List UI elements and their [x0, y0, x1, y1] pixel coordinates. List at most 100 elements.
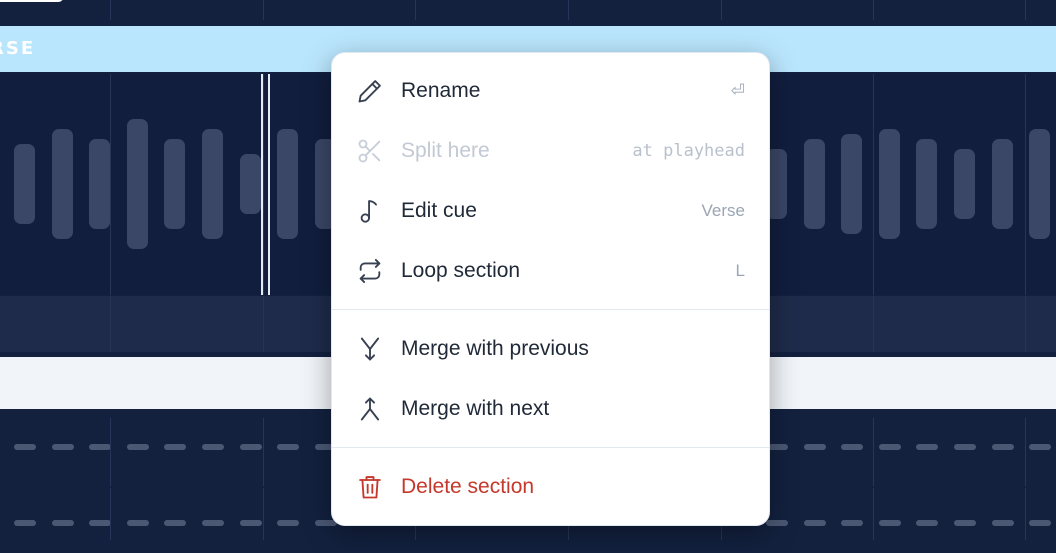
- grid-line: [110, 296, 111, 352]
- loop-icon: [359, 258, 381, 284]
- lane-marker: [954, 444, 976, 450]
- pencil-icon: [358, 80, 381, 103]
- lane-marker: [51, 444, 74, 450]
- menu-item-label: Merge with next: [401, 397, 550, 420]
- menu-item-label: Merge with previous: [401, 337, 589, 360]
- grid-line: [873, 74, 874, 295]
- lane-marker: [164, 520, 187, 526]
- grid-line: [873, 418, 874, 486]
- lane-marker: [991, 520, 1014, 526]
- lane-marker: [803, 520, 826, 526]
- waveform-bar: [89, 139, 111, 229]
- grid-line: [1025, 296, 1026, 352]
- merge-previous-icon: [360, 337, 380, 361]
- menu-item-label: Delete section: [401, 475, 535, 498]
- waveform-bar: [1029, 129, 1051, 239]
- lane-marker: [878, 520, 901, 526]
- menu-item-shortcut: L: [735, 261, 745, 280]
- lane-marker: [277, 520, 300, 526]
- waveform-bar: [14, 144, 35, 224]
- trash-icon: [359, 476, 381, 499]
- lane-marker: [51, 520, 74, 526]
- menu-item-label: Loop section: [401, 259, 521, 282]
- lane-marker: [916, 520, 939, 526]
- merge-next-icon: [360, 397, 380, 421]
- waveform-bar: [277, 129, 299, 239]
- waveform-bar: [878, 129, 900, 239]
- menu-item-split-here[interactable]: Split here at playhead: [332, 121, 769, 181]
- grid-line: [110, 488, 111, 540]
- grid-line: [110, 418, 111, 486]
- menu-item-delete-section[interactable]: Delete section: [332, 457, 769, 517]
- top-chip: [0, 0, 64, 2]
- grid-line: [1025, 74, 1026, 295]
- lane-marker: [1029, 444, 1052, 450]
- grid-line: [263, 488, 264, 540]
- lane-marker: [954, 520, 976, 526]
- waveform-bar: [916, 139, 938, 229]
- lane-marker: [14, 444, 36, 450]
- menu-item-edit-cue[interactable]: Edit cue Verse: [332, 181, 769, 241]
- grid-line: [415, 0, 416, 20]
- menu-item-loop-section[interactable]: Loop section L: [332, 241, 769, 301]
- waveform-bar: [126, 119, 148, 249]
- menu-separator: [332, 309, 769, 310]
- menu-item-rename[interactable]: Rename ⏎: [332, 61, 769, 121]
- lane-marker: [803, 444, 826, 450]
- waveform-bar: [164, 139, 186, 229]
- menu-item-shortcut: ⏎: [730, 81, 745, 100]
- lane-marker: [126, 520, 149, 526]
- grid-line: [110, 74, 111, 295]
- menu-item-merge-with-previous[interactable]: Merge with previous: [332, 319, 769, 379]
- grid-line: [263, 418, 264, 486]
- lane-marker: [239, 520, 262, 526]
- menu-separator: [332, 447, 769, 448]
- grid-line: [263, 74, 264, 295]
- grid-line: [873, 0, 874, 20]
- waveform-bar: [239, 154, 261, 214]
- grid-line: [1025, 488, 1026, 540]
- music-note-icon: [360, 200, 377, 223]
- menu-item-label: Split here: [401, 139, 490, 162]
- lane-marker: [878, 444, 901, 450]
- waveform-bar: [991, 139, 1013, 229]
- lane-marker: [14, 520, 36, 526]
- grid-line: [263, 0, 264, 20]
- lane-marker: [841, 444, 864, 450]
- grid-line: [110, 0, 111, 20]
- section-context-menu: Rename ⏎ Split here at playhead Edit cue…: [331, 52, 770, 526]
- lane-marker: [916, 444, 939, 450]
- lane-marker: [277, 444, 300, 450]
- lane-marker: [991, 444, 1014, 450]
- menu-item-label: Rename: [401, 79, 481, 102]
- lane-marker: [202, 520, 224, 526]
- grid-line: [263, 296, 264, 352]
- menu-item-merge-with-next[interactable]: Merge with next: [332, 379, 769, 439]
- menu-item-label: Edit cue: [401, 199, 477, 222]
- scissors-icon: [358, 139, 381, 163]
- menu-item-shortcut: at playhead: [632, 141, 745, 161]
- grid-line: [873, 296, 874, 352]
- section-label: RSE: [0, 38, 36, 59]
- lane-marker: [164, 444, 187, 450]
- lane-marker: [126, 444, 149, 450]
- menu-item-shortcut: Verse: [701, 201, 745, 220]
- lane-marker: [89, 520, 112, 526]
- lane-marker: [841, 520, 864, 526]
- grid-line: [1025, 0, 1026, 20]
- lane-marker: [202, 444, 224, 450]
- waveform-bar: [954, 149, 975, 219]
- lane-marker: [239, 444, 262, 450]
- waveform-bar: [202, 129, 223, 239]
- lane-marker: [89, 444, 112, 450]
- grid-line: [1025, 418, 1026, 486]
- playhead[interactable]: [260, 74, 270, 295]
- grid-line: [721, 0, 722, 20]
- grid-line: [873, 488, 874, 540]
- lane-marker: [1029, 520, 1052, 526]
- waveform-bar: [51, 129, 73, 239]
- waveform-bar: [841, 134, 863, 234]
- waveform-bar: [803, 139, 825, 229]
- grid-line: [568, 0, 569, 20]
- lane-marker: [766, 520, 788, 526]
